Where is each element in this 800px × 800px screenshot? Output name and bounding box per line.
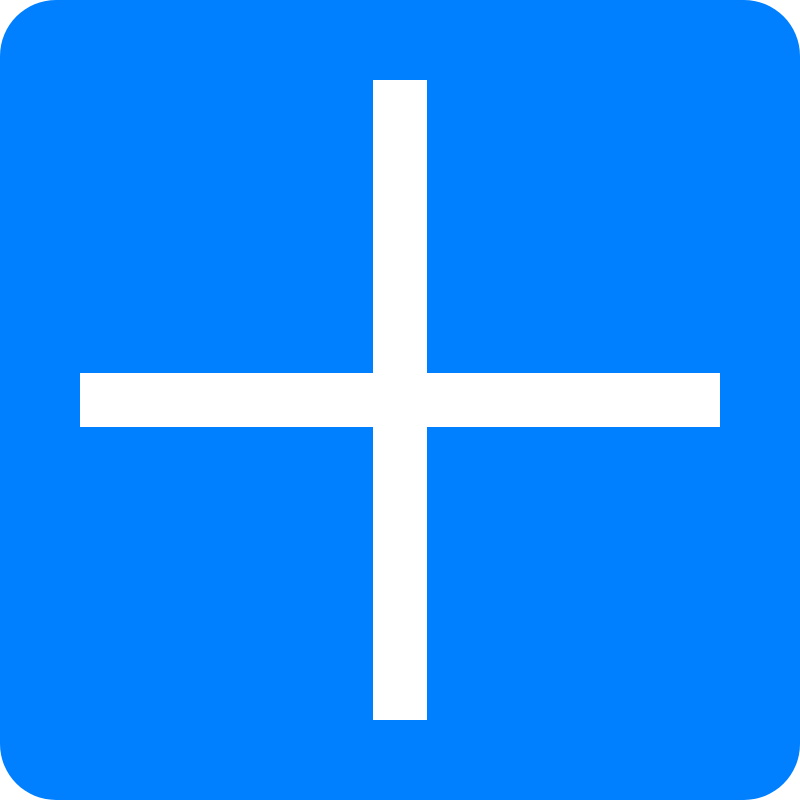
plus-icon-horizontal-bar <box>80 373 720 427</box>
add-button[interactable] <box>0 0 800 800</box>
plus-icon <box>0 0 800 800</box>
